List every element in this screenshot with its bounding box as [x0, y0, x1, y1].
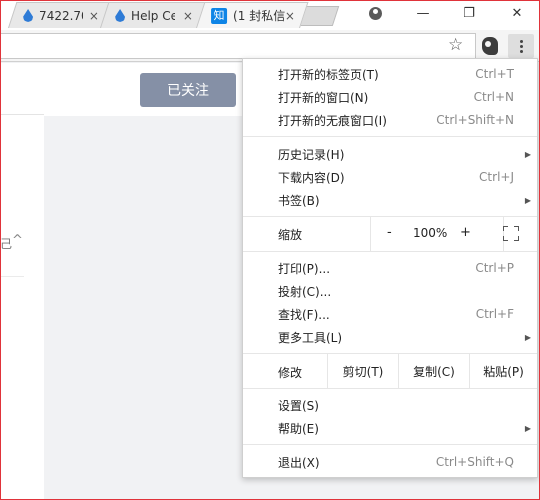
chrome-menu: 打开新的标签页(T) Ctrl+T 打开新的窗口(N) Ctrl+N 打开新的无… — [242, 58, 538, 478]
paste-button[interactable]: 粘贴(P) — [469, 354, 537, 388]
profile-button[interactable] — [352, 0, 398, 26]
menu-item-shortcut: Ctrl+T — [475, 67, 514, 81]
dot-icon — [519, 49, 523, 53]
dot-icon — [519, 39, 523, 43]
maximize-button[interactable]: ❐ — [446, 0, 492, 26]
page-left-panel: 己 ^ — [0, 63, 44, 500]
zoom-controls: - 100% + — [370, 217, 504, 251]
divider — [0, 114, 44, 115]
menu-item-shortcut: Ctrl+Shift+Q — [435, 455, 514, 469]
menu-item-print[interactable]: 打印(P)... Ctrl+P — [243, 257, 537, 279]
zoom-label: 缩放 — [278, 228, 303, 242]
menu-separator — [243, 388, 537, 389]
menu-item-label: 查找(F)... — [278, 307, 330, 322]
submenu-arrow-icon: ▶ — [524, 423, 531, 433]
menu-separator — [243, 444, 537, 445]
copy-button[interactable]: 复制(C) — [398, 354, 469, 388]
menu-item-shortcut: Ctrl+J — [479, 170, 514, 184]
menu-item-new-incognito-window[interactable]: 打开新的无痕窗口(I) Ctrl+Shift+N — [243, 109, 537, 131]
menu-item-help[interactable]: 帮助(E) ▶ — [243, 417, 537, 439]
menu-item-label: 打开新的标签页(T) — [278, 67, 379, 82]
menu-item-shortcut: Ctrl+P — [475, 261, 514, 275]
menu-item-label: 帮助(E) — [278, 421, 319, 436]
fullscreen-icon[interactable] — [503, 226, 519, 241]
menu-item-new-tab[interactable]: 打开新的标签页(T) Ctrl+T — [243, 63, 537, 85]
tab-strip: 7422.70 × Help Ce × 知 (1 封私信 × — ❐ ✕ — [0, 0, 540, 30]
menu-item-label: 投射(C)... — [278, 284, 332, 299]
evernote-extension-icon[interactable] — [482, 37, 498, 55]
menu-item-bookmarks[interactable]: 书签(B) ▶ — [243, 189, 537, 211]
zoom-out-button[interactable]: - — [387, 225, 392, 240]
submenu-arrow-icon: ▶ — [524, 195, 531, 205]
star-icon[interactable]: ☆ — [448, 35, 463, 55]
menu-item-label: 打印(P)... — [278, 261, 331, 276]
menu-item-label: 退出(X) — [278, 455, 320, 470]
zoom-level: 100% — [413, 226, 448, 240]
address-bar[interactable]: ☆ — [0, 33, 476, 59]
menu-item-cast[interactable]: 投射(C)... — [243, 280, 537, 302]
menu-zoom-row: 缩放 - 100% + — [243, 217, 537, 251]
menu-separator — [243, 136, 537, 137]
tab-2[interactable]: Help Ce × — [100, 2, 207, 28]
menu-item-label: 书签(B) — [278, 193, 320, 208]
edit-label: 修改 — [278, 366, 303, 380]
close-icon[interactable]: × — [285, 9, 295, 23]
menu-item-label: 历史记录(H) — [278, 147, 345, 162]
close-window-button[interactable]: ✕ — [494, 0, 540, 26]
user-icon — [368, 6, 382, 20]
menu-item-more-tools[interactable]: 更多工具(L) ▶ — [243, 326, 537, 348]
close-icon[interactable]: × — [89, 9, 99, 23]
tab-title: (1 封私信 — [233, 9, 286, 23]
tab-3[interactable]: 知 (1 封私信 × — [196, 2, 309, 28]
menu-item-label: 设置(S) — [278, 398, 319, 413]
menu-item-label: 下载内容(D) — [278, 170, 345, 185]
menu-item-label: 打开新的窗口(N) — [278, 90, 369, 105]
menu-item-exit[interactable]: 退出(X) Ctrl+Shift+Q — [243, 451, 537, 473]
menu-item-downloads[interactable]: 下载内容(D) Ctrl+J — [243, 166, 537, 188]
menu-item-label: 打开新的无痕窗口(I) — [278, 113, 387, 128]
submenu-arrow-icon: ▶ — [524, 149, 531, 159]
tab-title: Help Ce — [131, 8, 176, 23]
chevron-up-icon[interactable]: ^ — [12, 233, 23, 248]
close-icon[interactable]: × — [183, 9, 193, 23]
zoom-in-button[interactable]: + — [460, 225, 471, 240]
menu-item-shortcut: Ctrl+Shift+N — [436, 113, 514, 127]
divider — [0, 276, 24, 277]
zhihu-icon: 知 — [211, 7, 228, 24]
menu-item-new-window[interactable]: 打开新的窗口(N) Ctrl+N — [243, 86, 537, 108]
menu-item-shortcut: Ctrl+N — [473, 90, 514, 104]
menu-item-find[interactable]: 查找(F)... Ctrl+F — [243, 303, 537, 325]
dot-icon — [519, 44, 523, 48]
chrome-menu-button[interactable] — [508, 34, 534, 58]
cut-off-text: 己 — [0, 237, 13, 251]
tab-1[interactable]: 7422.70 × — [8, 2, 113, 28]
menu-edit-row: 修改 剪切(T) 复制(C) 粘贴(P) — [243, 354, 537, 388]
follow-button[interactable]: 已关注 — [140, 73, 236, 107]
menu-item-settings[interactable]: 设置(S) — [243, 394, 537, 416]
minimize-button[interactable]: — — [400, 0, 446, 26]
menu-separator — [243, 251, 537, 252]
menu-item-shortcut: Ctrl+F — [475, 307, 514, 321]
tab-title: 7422.70 — [39, 8, 84, 23]
submenu-arrow-icon: ▶ — [524, 332, 531, 342]
menu-item-history[interactable]: 历史记录(H) ▶ — [243, 143, 537, 165]
drop-icon — [115, 9, 125, 22]
cut-button[interactable]: 剪切(T) — [327, 354, 398, 388]
menu-item-label: 更多工具(L) — [278, 330, 343, 345]
drop-icon — [23, 9, 33, 22]
